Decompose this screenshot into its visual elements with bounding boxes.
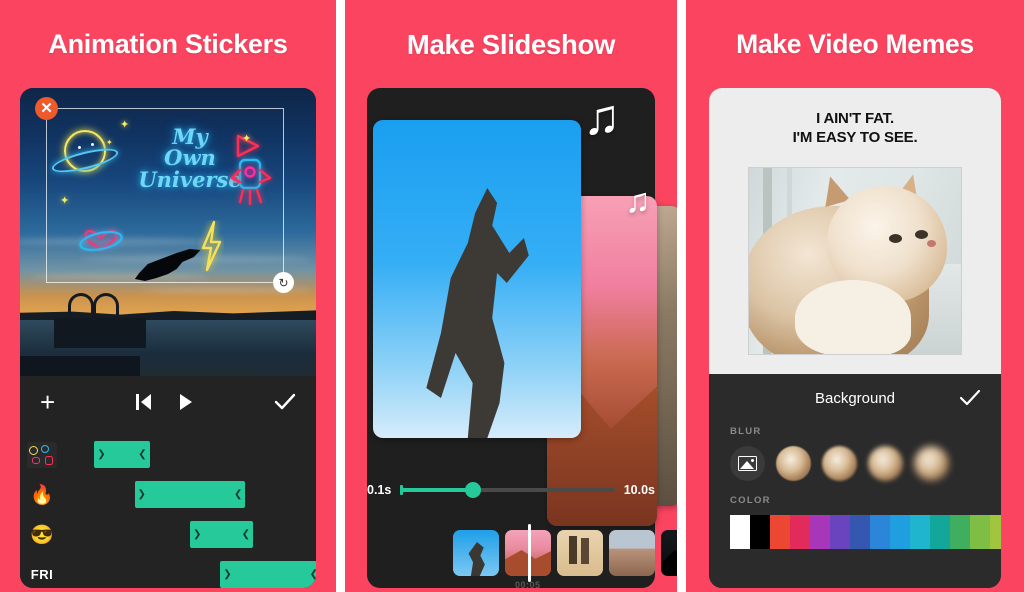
no-blur-option[interactable]	[730, 446, 765, 481]
timeline-track[interactable]: FRI ❯❮	[20, 556, 316, 588]
promo-screenshot-board: Animation Stickers My Own Universe ✦ ✦ ✦…	[0, 0, 1024, 592]
color-swatch[interactable]	[890, 515, 910, 549]
confirm-button[interactable]	[274, 393, 296, 411]
blur-options-row	[709, 437, 1001, 481]
color-section-label: COLOR	[730, 495, 771, 506]
timeline-track[interactable]: 😎 ❯ ❮	[20, 516, 316, 553]
add-button[interactable]: +	[40, 389, 55, 415]
rotate-handle-icon[interactable]: ↻	[273, 272, 294, 293]
text-label-icon: FRI	[30, 567, 54, 582]
duration-slider-row: 0.1s 10.0s	[367, 470, 655, 510]
panel-2-title: Make Slideshow	[406, 29, 616, 60]
panel-make-video-memes: Make Video Memes I AIN'T FAT. I'M EASY T…	[686, 0, 1024, 592]
color-swatch[interactable]	[950, 515, 970, 549]
color-swatch[interactable]	[870, 515, 890, 549]
list-item[interactable]	[661, 530, 677, 576]
sticker-thumbnail-icon	[20, 441, 64, 468]
blur-level-4[interactable]	[914, 446, 949, 481]
slider-max-label: 10.0s	[623, 483, 655, 497]
editor-toolbar: +	[20, 376, 316, 428]
fire-emoji-icon: 🔥	[30, 484, 54, 506]
slider-min-label: 0.1s	[367, 483, 392, 497]
blur-level-3[interactable]	[868, 446, 903, 481]
blur-level-1[interactable]	[776, 446, 811, 481]
timeline-clip[interactable]: ❯❮	[220, 561, 316, 588]
panel-1-title: Animation Stickers	[48, 29, 288, 59]
close-icon[interactable]: ✕	[35, 97, 58, 120]
timeline-clip[interactable]: ❯❮	[190, 521, 253, 548]
color-swatch-row	[709, 515, 1001, 549]
meme-line-1: I AIN'T FAT.	[816, 110, 894, 127]
list-item[interactable]	[557, 530, 603, 576]
meme-line-2: I'M EASY TO SEE.	[792, 128, 918, 146]
sunglasses-emoji-icon: 😎	[30, 524, 54, 546]
slider-fill	[400, 488, 474, 492]
selection-bounding-box[interactable]: ✕ ↻	[35, 97, 294, 293]
slide-card-1[interactable]	[373, 120, 581, 438]
color-swatch[interactable]	[770, 515, 790, 549]
timeline-clip[interactable]: ❯❮	[134, 481, 246, 508]
prev-frame-button[interactable]	[135, 393, 152, 411]
meme-preview[interactable]: I AIN'T FAT. I'M EASY TO SEE.	[709, 88, 1001, 374]
color-swatch[interactable]	[910, 515, 930, 549]
timeline-track[interactable]: 🔥 ❯ ❮	[20, 476, 316, 513]
confirm-button[interactable]	[959, 389, 981, 407]
timestamp-label: 00:05	[515, 580, 541, 590]
phone-frame-1: My Own Universe ✦ ✦ ✦ ✦ ✕ ↻ + ❯ ❮ 🔥 ❯ ❮ …	[20, 88, 316, 588]
color-swatch[interactable]	[790, 515, 810, 549]
blur-section-label: BLUR	[730, 426, 762, 437]
color-swatch[interactable]	[830, 515, 850, 549]
sticker-canvas[interactable]: My Own Universe ✦ ✦ ✦ ✦ ✕ ↻	[20, 88, 316, 376]
background-panel-title: Background	[814, 389, 896, 407]
blur-level-2[interactable]	[822, 446, 857, 481]
slider-knob[interactable]	[465, 482, 482, 498]
pier-silhouette	[54, 318, 146, 348]
color-swatch[interactable]	[850, 515, 870, 549]
timeline-track[interactable]: ❯ ❮	[20, 436, 316, 473]
color-swatch[interactable]	[750, 515, 770, 549]
image-icon	[738, 456, 757, 471]
background-settings-panel: Background BLUR COLOR	[709, 374, 1001, 588]
pier-rail-left	[68, 293, 94, 321]
playhead-indicator[interactable]	[528, 524, 531, 582]
panel-make-slideshow: Make Slideshow ♫ ♫ 0.1s 10.0s 00:05	[345, 0, 677, 592]
color-swatch[interactable]	[730, 515, 750, 549]
phone-frame-3: I AIN'T FAT. I'M EASY TO SEE. Background…	[709, 88, 1001, 588]
duration-slider[interactable]	[400, 482, 615, 498]
color-swatch[interactable]	[930, 515, 950, 549]
jumping-person-photo	[426, 188, 529, 438]
color-swatch[interactable]	[990, 515, 1001, 549]
music-note-icon: ♫	[625, 182, 651, 220]
list-item[interactable]	[453, 530, 499, 576]
slideshow-stack: ♫ ♫	[367, 88, 677, 588]
list-item[interactable]	[609, 530, 655, 576]
shore-silhouette	[20, 356, 140, 376]
cat-photo	[748, 167, 962, 355]
panel-animation-stickers: Animation Stickers My Own Universe ✦ ✦ ✦…	[0, 0, 336, 592]
timeline-clip[interactable]: ❯❮	[94, 441, 150, 468]
background-header: Background	[709, 374, 1001, 422]
color-swatch[interactable]	[970, 515, 990, 549]
pier-rail-right	[93, 293, 119, 321]
sticker-timeline: ❯ ❮ 🔥 ❯ ❮ 😎 ❯ ❮ FRI ❯	[20, 428, 316, 588]
play-button[interactable]	[178, 393, 194, 411]
meme-caption: I AIN'T FAT. I'M EASY TO SEE.	[709, 88, 1001, 147]
slideshow-thumbnail-strip: 00:05	[345, 522, 677, 590]
panel-3-title: Make Video Memes	[736, 29, 974, 59]
color-swatch[interactable]	[810, 515, 830, 549]
music-note-icon: ♫	[583, 89, 621, 145]
